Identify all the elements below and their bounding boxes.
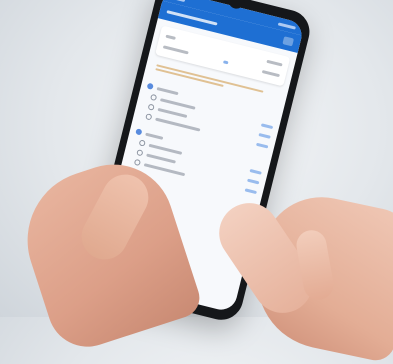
section-icon [146, 82, 154, 90]
status-time [171, 0, 186, 2]
radio-icon[interactable] [147, 103, 155, 111]
radio-icon[interactable] [136, 149, 144, 157]
status-icons [277, 21, 297, 30]
radio-icon[interactable] [138, 139, 146, 147]
radio-icon[interactable] [149, 93, 158, 102]
radio-icon[interactable] [133, 158, 142, 167]
section-icon [135, 128, 143, 136]
photo-scene [0, 0, 393, 364]
radio-icon[interactable] [145, 113, 153, 121]
app-title [166, 9, 218, 26]
app-bar-action-icon[interactable] [282, 36, 295, 47]
